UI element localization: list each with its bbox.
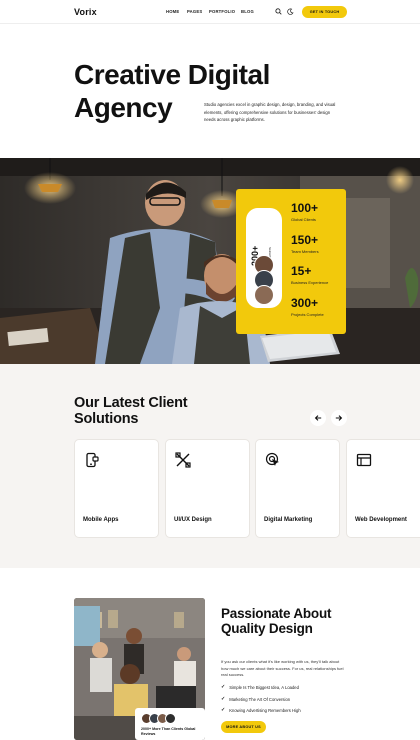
card-label: Web Development [355,517,407,523]
checklist-text: Simple Is The Biggest Idea, A Loaded [229,684,299,690]
next-arrow-button[interactable] [331,410,347,426]
hero-title-line-1: Creative Digital [74,59,270,90]
solution-card-mobile-apps[interactable]: Mobile Apps [74,439,159,538]
card-label: UI/UX Design [174,517,212,523]
prev-arrow-button[interactable] [310,410,326,426]
design-tools-icon [175,452,191,468]
stat-label: Global Clients [291,217,316,222]
check-icon: ✓ [221,696,226,702]
checklist-text: Marketing The Art Of Conversion [229,696,291,702]
more-about-us-button[interactable]: MORE ABOUT US [221,721,266,733]
checklist-text: Knowing Advertising Remembers High [229,707,301,713]
reviews-badge-text: 2000+ More Than Clients Global Reviews [141,727,196,736]
solution-card-digital-marketing[interactable]: Digital Marketing [255,439,340,538]
stat-team-members: 150+ Team Members [291,233,319,255]
hero-description: Studio agencies excel in graphic design,… [204,102,336,122]
stat-label: Projects Complete [291,312,324,317]
nav-pages[interactable]: PAGES [187,9,202,14]
solution-card-web-development[interactable]: Web Development [346,439,420,538]
site-header: Vorix HOME PAGES PORTFOLIO BLOG GET IN T… [0,0,420,24]
arrow-right-icon [335,415,343,421]
page: Vorix HOME PAGES PORTFOLIO BLOG GET IN T… [0,0,420,740]
stat-label: Team Members [291,249,319,254]
stat-value: 100+ [291,201,319,215]
cursor-click-icon [265,452,279,466]
theme-toggle-icon[interactable] [287,8,294,15]
nav-home[interactable]: HOME [166,9,179,14]
card-label: Digital Marketing [264,517,313,523]
checklist-item: ✓ Knowing Advertising Remembers High [221,707,301,713]
nav-portfolio[interactable]: PORTFOLIO [209,9,235,14]
search-icon[interactable] [275,8,282,15]
solution-card-ui-ux-design[interactable]: UI/UX Design [165,439,250,538]
browser-window-icon [356,453,372,467]
quality-description: If you ask our clients what it's like wo… [221,659,344,677]
nav-blog[interactable]: BLOG [241,9,254,14]
stat-label: Business Experience [291,280,329,285]
arrow-left-icon [314,415,322,421]
get-in-touch-button[interactable]: GET IN TOUCH [302,6,347,18]
solutions-title: Our Latest Client Solutions [74,395,188,427]
logo[interactable]: Vorix [74,7,97,17]
office-scene-illustration [0,158,420,364]
quality-title: Passionate About Quality Design [221,606,332,636]
mobile-icon [86,452,99,468]
stat-business-experience: 15+ Business Experience [291,264,329,286]
stat-value: 15+ [291,264,312,278]
checklist-item: ✓ Marketing The Art Of Conversion [221,696,290,702]
stat-global-clients: 100+ Global Clients [291,201,319,223]
avatar [165,713,176,724]
avatar [254,285,274,305]
card-label: Mobile Apps [83,517,119,523]
checklist-item: ✓ Simple Is The Biggest Idea, A Loaded [221,684,299,690]
stat-value: 300+ [291,296,319,310]
stat-value: 150+ [291,233,319,247]
stat-projects-complete: 300+ Projects Complete [291,296,324,318]
check-icon: ✓ [221,684,226,690]
check-icon: ✓ [221,707,226,713]
hero-photo [0,158,420,364]
